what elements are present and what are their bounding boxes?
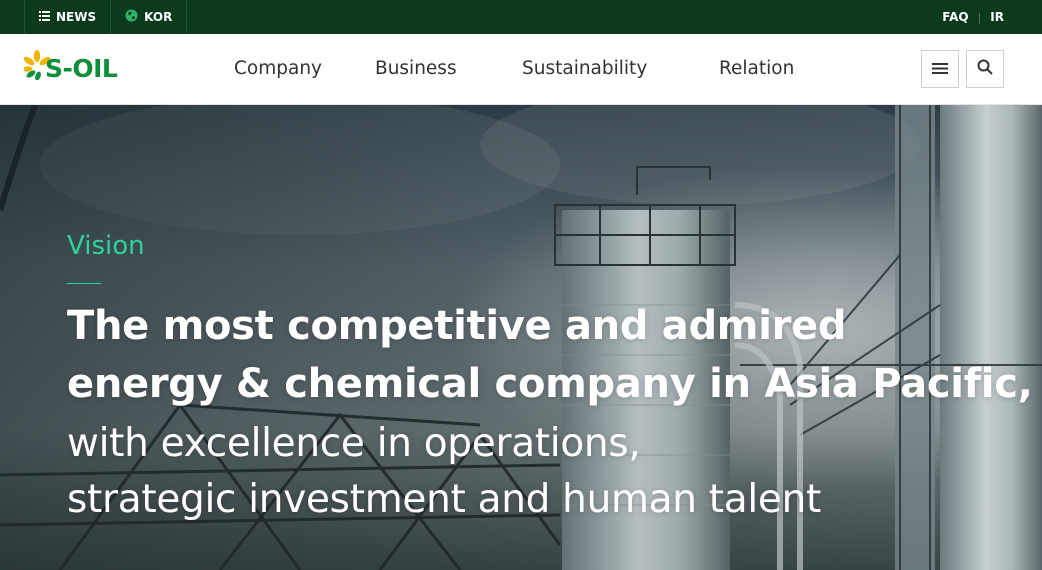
utility-left: NEWS KOR (24, 0, 188, 34)
site-header: S-OIL Company Business Sustainability Re… (0, 34, 1042, 105)
menu-button[interactable] (921, 50, 959, 88)
faq-link[interactable]: FAQ (942, 10, 968, 24)
vision-subline-2: strategic investment and human talent (67, 477, 822, 522)
vision-eyebrow: Vision (67, 231, 145, 261)
vision-subline-1: with excellence in operations, (67, 421, 641, 466)
language-link[interactable]: KOR (110, 0, 188, 34)
news-label: NEWS (56, 10, 97, 24)
logo-text: S-OIL (45, 54, 118, 83)
vision-headline-line-2: energy & chemical company in Asia Pacifi… (67, 361, 1033, 407)
language-label: KOR (144, 10, 173, 24)
utility-right: FAQ | IR (942, 0, 1004, 34)
hamburger-menu-icon (932, 60, 948, 79)
vision-headline-line-1: The most competitive and admired (67, 303, 847, 349)
news-link[interactable]: NEWS (24, 0, 110, 34)
search-icon (977, 59, 993, 79)
vision-divider (67, 283, 101, 284)
nav-company[interactable]: Company (234, 58, 322, 79)
list-icon (39, 10, 50, 24)
hero-banner: Vision The most competitive and admired … (0, 105, 1042, 570)
logo[interactable]: S-OIL (22, 47, 118, 87)
nav-sustainability[interactable]: Sustainability (522, 58, 647, 79)
globe-icon (125, 9, 138, 25)
search-button[interactable] (966, 50, 1004, 88)
nav-business[interactable]: Business (375, 58, 457, 79)
ir-link[interactable]: IR (990, 10, 1004, 24)
separator: | (977, 10, 982, 24)
nav-relation[interactable]: Relation (719, 58, 794, 79)
utility-bar: NEWS KOR FAQ | IR (0, 0, 1042, 34)
